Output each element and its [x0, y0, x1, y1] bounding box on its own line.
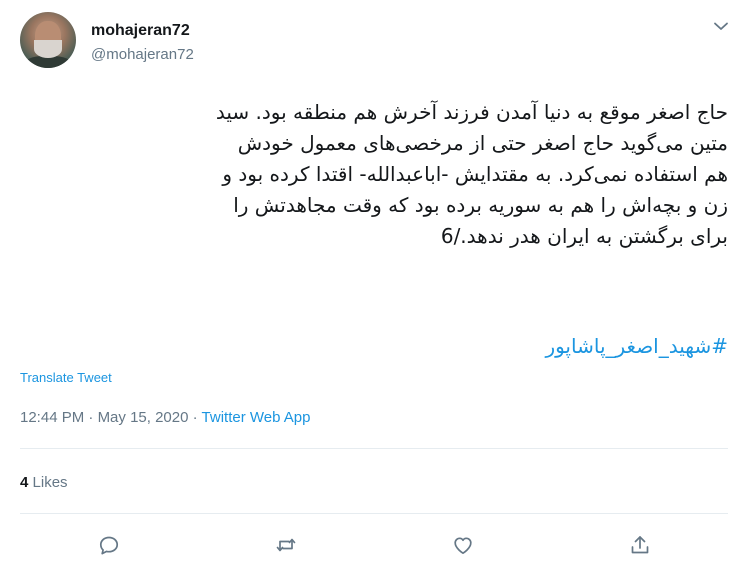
meta-separator: ·: [84, 409, 98, 426]
likes-count: 4: [20, 474, 29, 491]
tweet-metadata: 12:44 PM · May 15, 2020 · Twitter Web Ap…: [20, 409, 310, 426]
likes-label: Likes: [32, 474, 68, 491]
retweet-icon[interactable]: [272, 531, 300, 559]
divider: [20, 513, 728, 514]
likes-stat[interactable]: 4 Likes: [20, 474, 68, 491]
meta-separator-2: ·: [188, 409, 202, 426]
avatar-beard: [34, 40, 62, 58]
tweet-text: حاج اصغر موقع به دنیا آمدن فرزند آخرش هم…: [215, 100, 728, 248]
avatar[interactable]: [20, 12, 76, 68]
user-handle[interactable]: @mohajeran72: [91, 46, 194, 63]
hashtag-link[interactable]: #شهید_اصغر_پاشاپور: [545, 334, 728, 358]
share-icon[interactable]: [626, 531, 654, 559]
tweet-source-link[interactable]: Twitter Web App: [202, 409, 311, 426]
chevron-down-icon[interactable]: [709, 14, 733, 38]
heart-icon[interactable]: [449, 531, 477, 559]
divider: [20, 448, 728, 449]
tweet-time[interactable]: 12:44 PM: [20, 409, 84, 426]
translate-tweet-link[interactable]: Translate Tweet: [20, 370, 112, 385]
display-name[interactable]: mohajeran72: [91, 22, 190, 40]
tweet-date[interactable]: May 15, 2020: [98, 409, 189, 426]
reply-icon[interactable]: [95, 531, 123, 559]
